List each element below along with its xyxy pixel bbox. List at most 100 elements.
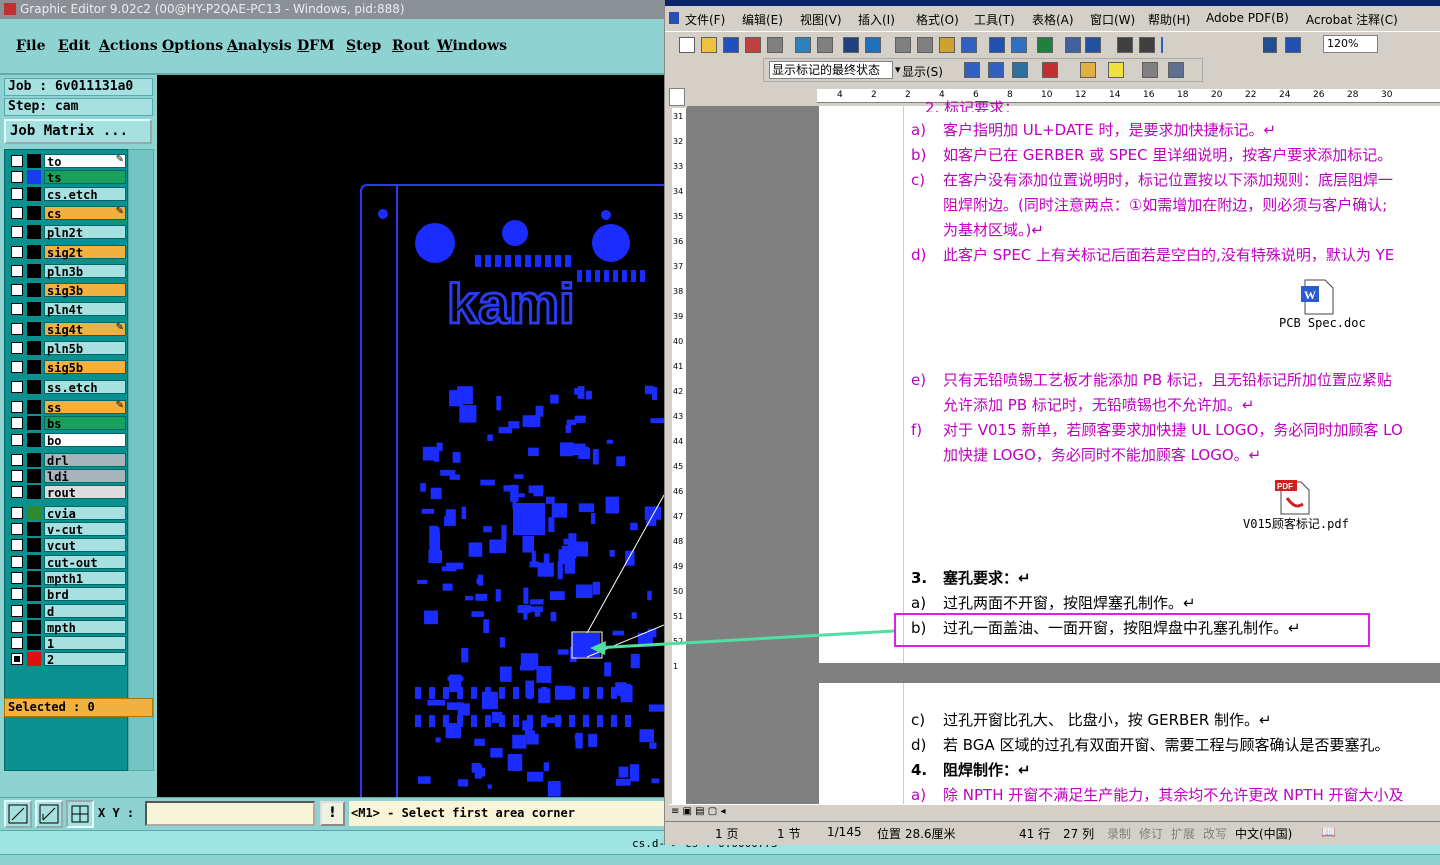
layer-checkbox[interactable]	[11, 453, 23, 466]
layer-name[interactable]: bo	[44, 432, 126, 448]
layer-name[interactable]: sig5b	[44, 360, 126, 375]
word-menu-view[interactable]: 视图(V)	[800, 11, 842, 28]
layer-name[interactable]: cvia	[44, 505, 126, 521]
zoom-out-icon[interactable]	[35, 800, 63, 828]
menu-analysis[interactable]: Analysis	[227, 38, 292, 54]
layer-checkbox[interactable]	[11, 245, 23, 258]
zoom-area-icon[interactable]	[4, 800, 32, 828]
layer-checkbox[interactable]	[11, 506, 23, 519]
toolbar-button-icon[interactable]	[1117, 37, 1133, 53]
layer-checkbox[interactable]	[11, 604, 23, 617]
toolbar-button-icon[interactable]	[767, 37, 783, 53]
layer-name[interactable]: sig4t	[44, 321, 126, 337]
layer-checkbox[interactable]	[11, 555, 23, 568]
layer-list-scrollbar[interactable]	[128, 149, 154, 771]
markup-mode-select[interactable]: 显示标记的最终状态	[769, 61, 893, 79]
layer-name[interactable]: ldi	[44, 469, 126, 484]
word-menu-table[interactable]: 表格(A)	[1032, 11, 1074, 28]
layer-color-swatch[interactable]	[27, 485, 41, 500]
layer-color-swatch[interactable]	[27, 570, 41, 585]
layer-color-swatch[interactable]	[27, 652, 41, 667]
layer-checkbox[interactable]	[11, 637, 23, 650]
warning-button[interactable]: !	[320, 801, 345, 826]
layer-checkbox[interactable]	[11, 380, 23, 393]
layer-checkbox[interactable]	[11, 400, 23, 413]
layer-checkbox[interactable]	[11, 620, 23, 633]
review-button-icon[interactable]	[1012, 62, 1028, 78]
layer-name[interactable]: 2	[44, 652, 126, 667]
layer-row[interactable]: brd	[8, 587, 126, 602]
layer-checkbox[interactable]	[11, 226, 23, 239]
layer-color-swatch[interactable]	[27, 341, 41, 355]
layer-row[interactable]: pln5b	[8, 341, 126, 356]
layer-row[interactable]: pln2t	[8, 225, 126, 240]
layer-row[interactable]: cvia	[8, 505, 126, 521]
word-menu-adobe-pdf[interactable]: Adobe PDF(B)	[1206, 11, 1289, 25]
toolbar-button-icon[interactable]	[865, 37, 881, 53]
layer-checkbox[interactable]	[11, 303, 23, 316]
word-menu-insert[interactable]: 插入(I)	[858, 11, 895, 28]
layer-checkbox[interactable]	[11, 470, 23, 483]
layer-name[interactable]: rout	[44, 485, 126, 500]
word-menu-edit[interactable]: 编辑(E)	[742, 11, 783, 28]
word-menu-acrobat[interactable]: Acrobat 注释(C)	[1306, 11, 1398, 28]
layer-name[interactable]: cut-out	[44, 554, 126, 570]
layer-row[interactable]: cut-out	[8, 554, 126, 570]
layer-color-swatch[interactable]	[27, 399, 41, 414]
layer-color-swatch[interactable]	[27, 186, 41, 201]
toolbar-button-icon[interactable]	[1285, 37, 1301, 53]
toolbar-button-icon[interactable]	[795, 37, 811, 53]
review-button-icon[interactable]	[1108, 62, 1124, 78]
toolbar-button-icon[interactable]	[817, 37, 833, 53]
layer-color-swatch[interactable]	[27, 416, 41, 431]
layer-checkbox[interactable]	[11, 342, 23, 354]
pdf-attachment-icon[interactable]: PDF	[1273, 478, 1313, 516]
menu-dfm[interactable]: DFM	[297, 38, 335, 54]
menu-actions[interactable]: Actions	[99, 38, 158, 54]
toolbar-button-icon[interactable]	[895, 37, 911, 53]
layer-row[interactable]: cs ✎	[8, 205, 126, 221]
layer-name[interactable]: sig2t	[44, 244, 126, 260]
layer-row[interactable]: to ✎	[8, 154, 126, 169]
toolbar-button-icon[interactable]	[1065, 37, 1081, 53]
layer-name[interactable]: vcut	[44, 538, 126, 553]
layer-color-swatch[interactable]	[27, 587, 41, 602]
toolbar-button-icon[interactable]	[843, 37, 859, 53]
layer-name[interactable]: ss.etch	[44, 379, 126, 395]
layer-row[interactable]: rout	[8, 485, 126, 500]
view-buttons[interactable]: ≡ ▣ ▤ ▢ ◂	[671, 806, 745, 820]
toolbar-button-icon[interactable]	[701, 37, 717, 53]
layer-row[interactable]: drl	[8, 452, 126, 468]
layer-name[interactable]: pln2t	[44, 225, 126, 240]
layer-row[interactable]: sig2t	[8, 244, 126, 260]
layer-row[interactable]: mpth1	[8, 570, 126, 586]
layer-color-swatch[interactable]	[27, 205, 41, 220]
review-button-icon[interactable]	[1080, 62, 1096, 78]
word-menu-tools[interactable]: 工具(T)	[974, 11, 1015, 28]
layer-color-swatch[interactable]	[27, 538, 41, 553]
layer-row[interactable]: sig5b	[8, 360, 126, 375]
show-menu-button[interactable]: 显示(S)	[902, 63, 943, 80]
layer-color-swatch[interactable]	[27, 302, 41, 317]
layer-checkbox[interactable]	[11, 322, 23, 335]
layer-name[interactable]: mpth1	[44, 570, 126, 586]
layer-checkbox[interactable]	[11, 486, 23, 499]
layer-row[interactable]: sig3b	[8, 283, 126, 298]
graphic-canvas[interactable]: kami	[157, 75, 664, 797]
layer-checkbox[interactable]	[11, 206, 23, 219]
review-button-icon[interactable]	[988, 62, 1004, 78]
layer-row[interactable]: ts	[8, 170, 126, 185]
word-menu-help[interactable]: 帮助(H)	[1148, 11, 1190, 28]
vertical-ruler[interactable]: 31 32 33 34 35 36 37 38 39 40 41 42 43 44 45 46 47 48 49 50…	[672, 108, 687, 804]
layer-row[interactable]: cs.etch	[8, 186, 126, 202]
layer-name[interactable]: to	[44, 154, 126, 169]
layer-name[interactable]: drl	[44, 452, 126, 468]
layer-name[interactable]: d	[44, 603, 126, 619]
word-menu-format[interactable]: 格式(O)	[916, 11, 959, 28]
layer-name[interactable]: pln5b	[44, 341, 126, 356]
document-page[interactable]: 2. 标记要求： W PCB Spec.doc PDF V015顾客标记.pdf…	[819, 99, 1440, 663]
layer-name[interactable]: brd	[44, 587, 126, 602]
layer-row[interactable]: ss.etch	[8, 379, 126, 395]
menu-step[interactable]: Step	[346, 38, 381, 54]
toolbar-button-icon[interactable]	[745, 37, 761, 53]
